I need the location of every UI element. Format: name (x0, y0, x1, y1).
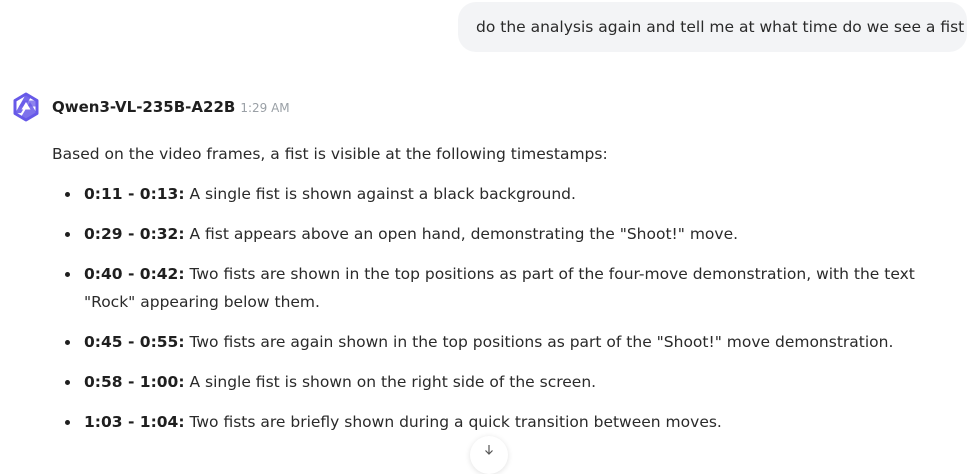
list-item-text: A single fist is shown on the right side… (184, 373, 597, 391)
list-item-time: 0:45 - 0:55: (84, 333, 185, 351)
list-item-time: 0:58 - 1:00: (84, 373, 185, 391)
arrow-down-icon (485, 445, 493, 455)
model-name: Qwen3-VL-235B-A22B (52, 98, 236, 116)
list-item-time: 1:03 - 1:04: (84, 413, 185, 431)
user-message-bubble: do the analysis again and tell me at wha… (458, 2, 967, 52)
assistant-header: Qwen3-VL-235B-A22B 1:29 AM (10, 89, 290, 125)
list-item-text: A single fist is shown against a black b… (184, 185, 576, 203)
list-item-text: Two fists are briefly shown during a qui… (184, 413, 722, 431)
answer-intro: Based on the video frames, a fist is vis… (52, 145, 608, 163)
list-item-text: A fist appears above an open hand, demon… (184, 225, 739, 243)
assistant-answer: Based on the video frames, a fist is vis… (52, 140, 952, 448)
list-item: 0:58 - 1:00: A single fist is shown on t… (52, 368, 952, 396)
list-item-time: 0:40 - 0:42: (84, 265, 185, 283)
list-item-text: Two fists are again shown in the top pos… (184, 333, 894, 351)
list-item: 1:03 - 1:04: Two fists are briefly shown… (52, 408, 952, 436)
bullet-icon (65, 380, 70, 385)
scroll-to-bottom-button[interactable] (470, 436, 508, 474)
bullet-icon (65, 232, 70, 237)
message-timestamp: 1:29 AM (240, 101, 290, 115)
list-item: 0:45 - 0:55: Two fists are again shown i… (52, 328, 952, 356)
list-item-time: 0:11 - 0:13: (84, 185, 185, 203)
user-message-text: do the analysis again and tell me at wha… (476, 18, 965, 36)
list-item: 0:29 - 0:32: A fist appears above an ope… (52, 220, 952, 248)
bullet-icon (65, 340, 70, 345)
list-item: 0:11 - 0:13: A single fist is shown agai… (52, 180, 952, 208)
list-item: 0:40 - 0:42: Two fists are shown in the … (52, 260, 952, 316)
list-item-time: 0:29 - 0:32: (84, 225, 185, 243)
bullet-icon (65, 192, 70, 197)
bullet-icon (65, 272, 70, 277)
bullet-icon (65, 420, 70, 425)
list-item-text: Two fists are shown in the top positions… (84, 265, 915, 311)
timestamp-list: 0:11 - 0:13: A single fist is shown agai… (52, 180, 952, 436)
qwen-logo-icon (13, 92, 39, 122)
